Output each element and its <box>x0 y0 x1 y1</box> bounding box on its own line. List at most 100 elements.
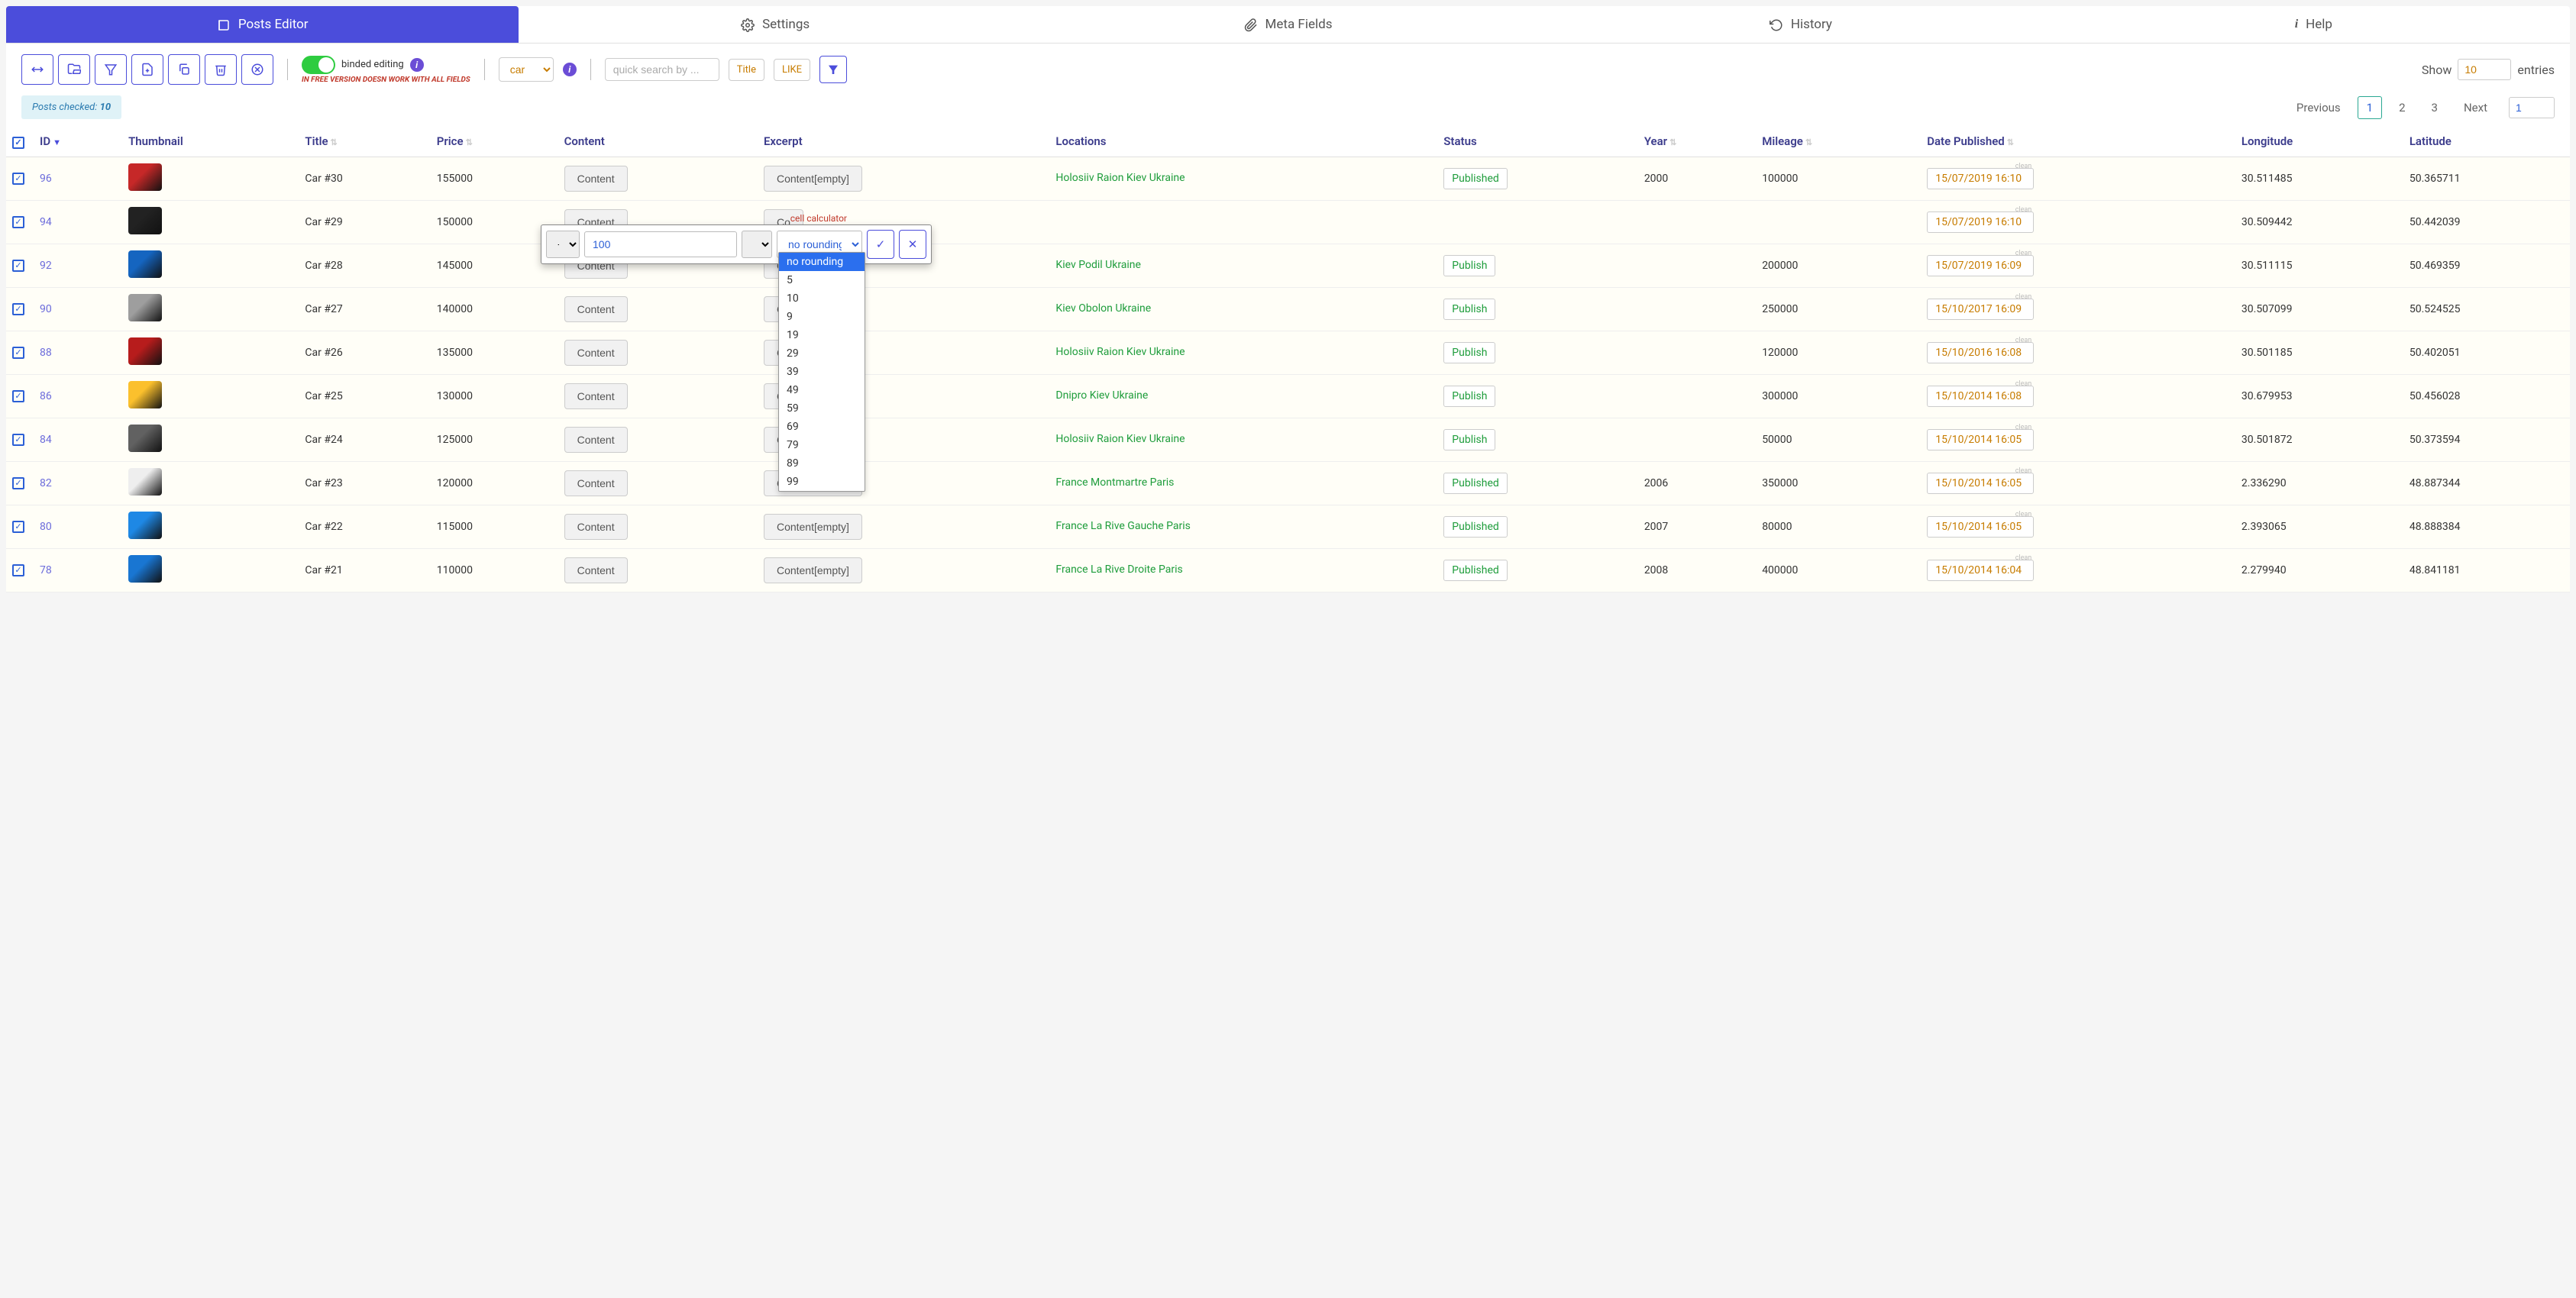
content-button[interactable]: Content <box>564 296 628 322</box>
thumbnail-image[interactable] <box>128 207 162 234</box>
row-price[interactable]: 155000 <box>431 157 558 200</box>
row-id[interactable]: 86 <box>40 390 52 402</box>
select-all-checkbox[interactable]: ✓ <box>12 137 24 149</box>
rounding-option[interactable]: 5 <box>779 271 865 289</box>
row-title[interactable]: Car #30 <box>299 157 430 200</box>
add-file-button[interactable] <box>131 54 163 85</box>
excerpt-button[interactable]: Content[empty] <box>764 514 862 540</box>
row-price[interactable]: 110000 <box>431 548 558 592</box>
row-id[interactable]: 84 <box>40 434 52 446</box>
row-year[interactable]: 2000 <box>1638 157 1756 200</box>
content-button[interactable]: Content <box>564 557 628 583</box>
row-latitude[interactable]: 50.456028 <box>2403 374 2570 418</box>
thumbnail-image[interactable] <box>128 163 162 191</box>
row-year[interactable] <box>1638 287 1756 331</box>
rounding-option[interactable]: no rounding <box>779 253 865 271</box>
col-thumbnail[interactable]: Thumbnail <box>122 127 299 157</box>
col-year[interactable]: Year⇅ <box>1638 127 1756 157</box>
status-badge[interactable]: Publish <box>1443 342 1495 363</box>
rounding-option[interactable]: 29 <box>779 344 865 363</box>
calc-value-input[interactable] <box>584 231 737 257</box>
row-title[interactable]: Car #28 <box>299 244 430 287</box>
content-button[interactable]: Content <box>564 427 628 453</box>
row-latitude[interactable]: 48.887344 <box>2403 461 2570 505</box>
row-year[interactable] <box>1638 374 1756 418</box>
date-badge[interactable]: clean15/10/2014 16:08 <box>1927 386 2034 407</box>
pagination-page-2[interactable]: 2 <box>2390 96 2414 119</box>
row-year[interactable]: 2007 <box>1638 505 1756 548</box>
date-badge[interactable]: clean15/10/2016 16:08 <box>1927 342 2034 363</box>
row-longitude[interactable]: 30.511485 <box>2235 157 2403 200</box>
status-badge[interactable]: Published <box>1443 560 1507 581</box>
pagination-page-1[interactable]: 1 <box>2358 96 2382 119</box>
row-latitude[interactable]: 50.442039 <box>2403 200 2570 244</box>
info-icon[interactable]: i <box>563 63 577 76</box>
row-price[interactable]: 140000 <box>431 287 558 331</box>
row-checkbox[interactable]: ✓ <box>12 521 24 533</box>
row-checkbox[interactable]: ✓ <box>12 173 24 185</box>
thumbnail-image[interactable] <box>128 381 162 408</box>
row-checkbox[interactable]: ✓ <box>12 434 24 446</box>
row-checkbox[interactable]: ✓ <box>12 303 24 315</box>
excerpt-button[interactable]: Content[empty] <box>764 166 862 192</box>
row-year[interactable]: 2006 <box>1638 461 1756 505</box>
calc-cancel-button[interactable]: ✕ <box>899 230 926 259</box>
row-locations[interactable]: Kiev Obolon Ukraine <box>1049 287 1437 331</box>
calc-apply-button[interactable]: ✓ <box>867 230 894 259</box>
thumbnail-image[interactable] <box>128 555 162 583</box>
row-mileage[interactable]: 300000 <box>1756 374 1921 418</box>
row-longitude[interactable]: 30.511115 <box>2235 244 2403 287</box>
row-mileage[interactable]: 400000 <box>1756 548 1921 592</box>
apply-filter-button[interactable] <box>819 56 847 83</box>
row-checkbox[interactable]: ✓ <box>12 477 24 489</box>
thumbnail-image[interactable] <box>128 337 162 365</box>
search-op-label[interactable]: LIKE <box>774 59 810 81</box>
row-price[interactable]: 135000 <box>431 331 558 374</box>
rounding-option[interactable]: 49 <box>779 381 865 399</box>
row-locations[interactable] <box>1049 200 1437 244</box>
row-id[interactable]: 92 <box>40 260 52 272</box>
row-checkbox[interactable]: ✓ <box>12 347 24 359</box>
row-title[interactable]: Car #29 <box>299 200 430 244</box>
rounding-option[interactable]: 9 <box>779 308 865 326</box>
clear-button[interactable] <box>241 54 273 85</box>
post-type-select[interactable]: car <box>499 57 554 82</box>
row-title[interactable]: Car #23 <box>299 461 430 505</box>
content-button[interactable]: Content <box>564 166 628 192</box>
date-badge[interactable]: clean15/10/2014 16:05 <box>1927 516 2034 538</box>
row-id[interactable]: 78 <box>40 564 52 576</box>
content-button[interactable]: Content <box>564 383 628 409</box>
rounding-option[interactable]: 19 <box>779 326 865 344</box>
pagination-page-3[interactable]: 3 <box>2422 96 2447 119</box>
row-longitude[interactable]: 2.279940 <box>2235 548 2403 592</box>
row-longitude[interactable]: 30.509442 <box>2235 200 2403 244</box>
row-year[interactable] <box>1638 244 1756 287</box>
status-badge[interactable]: Published <box>1443 516 1507 538</box>
col-longitude[interactable]: Longitude <box>2235 127 2403 157</box>
status-badge[interactable]: Publish <box>1443 255 1495 276</box>
status-badge[interactable]: Publish <box>1443 299 1495 320</box>
row-year[interactable] <box>1638 200 1756 244</box>
row-latitude[interactable]: 48.888384 <box>2403 505 2570 548</box>
row-mileage[interactable]: 100000 <box>1756 157 1921 200</box>
row-locations[interactable]: France La Rive Gauche Paris <box>1049 505 1437 548</box>
binded-editing-toggle[interactable] <box>302 56 335 74</box>
row-locations[interactable]: Holosiiv Raion Kiev Ukraine <box>1049 331 1437 374</box>
col-date[interactable]: Date Published⇅ <box>1921 127 2235 157</box>
row-latitude[interactable]: 50.373594 <box>2403 418 2570 461</box>
row-locations[interactable]: Kiev Podil Ukraine <box>1049 244 1437 287</box>
row-mileage[interactable]: 350000 <box>1756 461 1921 505</box>
row-locations[interactable]: Dnipro Kiev Ukraine <box>1049 374 1437 418</box>
row-year[interactable]: 2008 <box>1638 548 1756 592</box>
row-title[interactable]: Car #27 <box>299 287 430 331</box>
thumbnail-image[interactable] <box>128 425 162 452</box>
pagination-previous[interactable]: Previous <box>2287 96 2350 119</box>
row-mileage[interactable]: 50000 <box>1756 418 1921 461</box>
row-title[interactable]: Car #24 <box>299 418 430 461</box>
content-button[interactable]: Content <box>564 470 628 496</box>
row-longitude[interactable]: 30.501185 <box>2235 331 2403 374</box>
date-badge[interactable]: clean15/07/2019 16:09 <box>1927 255 2034 276</box>
pagination-next[interactable]: Next <box>2455 96 2497 119</box>
row-mileage[interactable]: 120000 <box>1756 331 1921 374</box>
row-latitude[interactable]: 48.841181 <box>2403 548 2570 592</box>
